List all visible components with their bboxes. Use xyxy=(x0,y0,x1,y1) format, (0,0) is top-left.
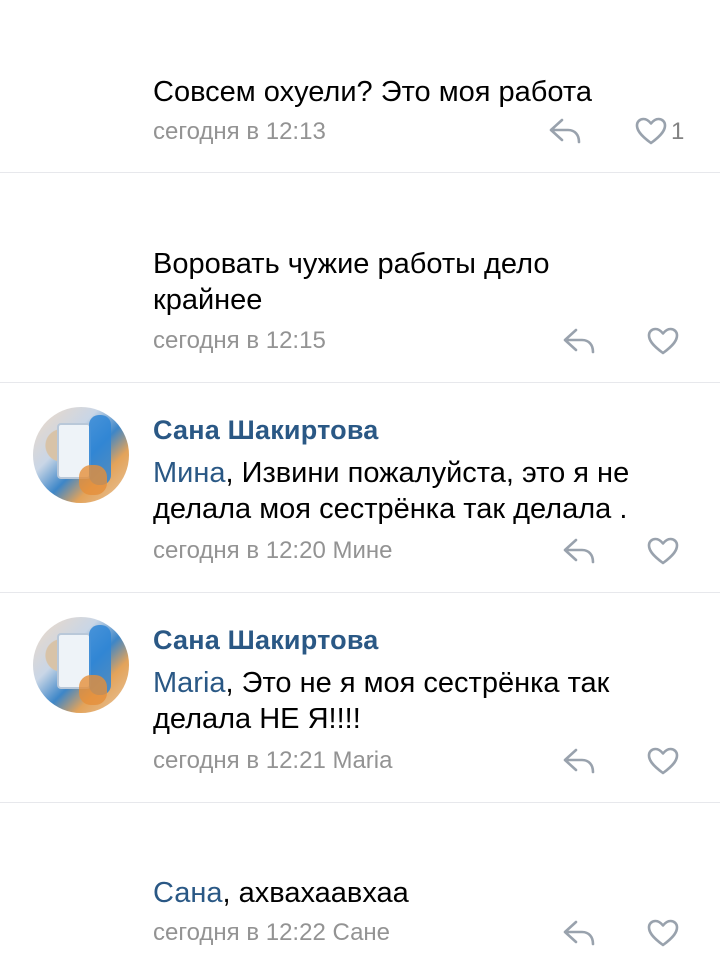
avatar-photo-detail xyxy=(79,465,107,495)
comment-text: Сана, ахвахаавхаа xyxy=(153,875,693,911)
comment-5: Сана, ахвахаавхаа сегодня в 12:22 Сане xyxy=(0,803,720,974)
heart-outline-icon[interactable] xyxy=(646,746,680,776)
reply-arrow-icon[interactable] xyxy=(562,918,596,948)
comment-4: Сана Шакиртова Maria, Это не я моя сестр… xyxy=(0,593,720,802)
timestamp: сегодня в 12:21 xyxy=(153,747,326,774)
avatar-photo-detail xyxy=(79,675,107,705)
reply-to-link[interactable]: Maria xyxy=(332,747,392,774)
comment-timestamp: сегодня в 12:20 Мине xyxy=(153,537,392,565)
like-count: 1 xyxy=(671,118,685,145)
reply-mention-link[interactable]: Maria xyxy=(153,667,226,699)
heart-outline-icon[interactable] xyxy=(646,326,680,356)
comment-text: Мина, Извини пожалуйста, это я не делала… xyxy=(153,455,693,527)
comment-text: Воровать чужие работы дело крайнее xyxy=(153,248,550,316)
timestamp: сегодня в 12:20 xyxy=(153,537,326,564)
comment-1: Совсем охуели? Это моя работа сегодня в … xyxy=(0,0,720,172)
reply-arrow-icon[interactable] xyxy=(562,746,596,776)
comment-timestamp: сегодня в 12:15 xyxy=(153,327,326,354)
comment-timestamp: сегодня в 12:21 Maria xyxy=(153,747,392,775)
comment-timestamp: сегодня в 12:22 Сане xyxy=(153,919,390,947)
heart-outline-icon[interactable] xyxy=(646,536,680,566)
reply-to-link[interactable]: Мине xyxy=(332,537,392,564)
reply-to-link[interactable]: Сане xyxy=(332,919,390,946)
comment-2: Воровать чужие работы дело крайнее сегод… xyxy=(0,173,720,382)
reply-arrow-icon[interactable] xyxy=(562,536,596,566)
avatar[interactable] xyxy=(33,407,129,503)
heart-outline-icon[interactable] xyxy=(634,116,668,146)
avatar[interactable] xyxy=(33,617,129,713)
reply-arrow-icon[interactable] xyxy=(562,326,596,356)
timestamp: сегодня в 12:22 xyxy=(153,919,326,946)
reply-arrow-icon[interactable] xyxy=(548,116,582,146)
comment-3: Сана Шакиртова Мина, Извини пожалуйста, … xyxy=(0,383,720,592)
heart-outline-icon[interactable] xyxy=(646,918,680,948)
comment-timestamp: сегодня в 12:13 xyxy=(153,118,326,145)
comment-text: Совсем охуели? Это моя работа xyxy=(153,76,592,108)
comment-author[interactable]: Сана Шакиртова xyxy=(153,625,378,656)
reply-mention-link[interactable]: Мина xyxy=(153,457,226,489)
comment-author[interactable]: Сана Шакиртова xyxy=(153,415,378,446)
reply-mention-link[interactable]: Сана xyxy=(153,877,223,909)
comment-text: Maria, Это не я моя сестрёнка так делала… xyxy=(153,665,693,737)
comment-body: , ахвахаавхаа xyxy=(222,877,409,909)
